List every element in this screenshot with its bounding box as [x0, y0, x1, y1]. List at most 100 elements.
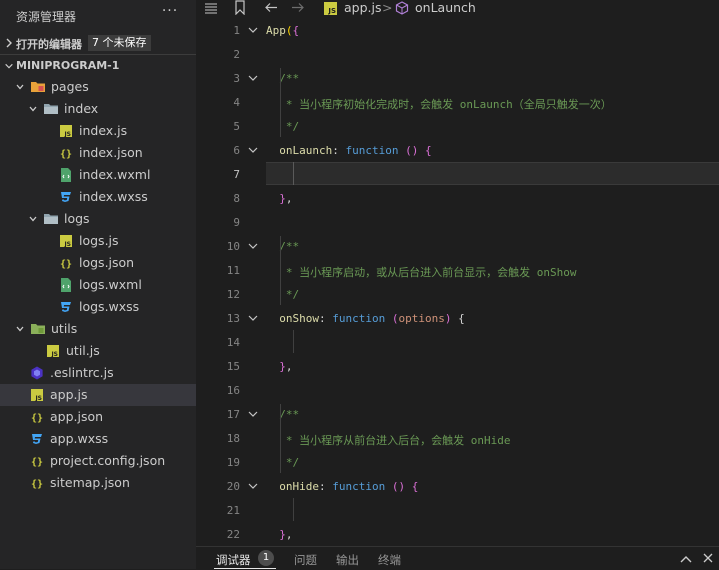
tree-item-app-wxss[interactable]: app.wxss — [0, 428, 196, 450]
line-number: 9 — [233, 216, 240, 229]
fold-chevron-icon[interactable] — [248, 314, 258, 322]
svg-text:{}: {} — [31, 479, 43, 490]
js-file-icon: JS — [29, 387, 45, 403]
tree-item-label: pages — [51, 79, 89, 94]
tree-item-label: sitemap.json — [50, 475, 130, 490]
folder-pages-icon — [30, 79, 46, 95]
unsaved-count-badge: 7 个未保存 — [88, 35, 151, 51]
more-actions-icon[interactable]: ··· — [160, 3, 180, 25]
js-file-icon: JS — [58, 123, 74, 139]
fold-chevron-icon[interactable] — [248, 410, 258, 418]
tree-item-label: index — [64, 101, 99, 116]
tab-output[interactable]: 输出 — [336, 552, 359, 568]
breadcrumb-file[interactable]: app.js — [344, 0, 382, 15]
tree-item-logs-json[interactable]: {} logs.json — [0, 252, 196, 274]
line-number: 4 — [233, 96, 240, 109]
folder-icon — [43, 101, 59, 117]
explorer-header: 资源管理器 ··· — [0, 0, 196, 30]
code-line[interactable]: onShow: function (options) { — [266, 312, 464, 325]
indent-guide — [280, 404, 281, 473]
code-line[interactable]: */ — [266, 120, 299, 133]
json-file-icon: {} — [29, 409, 45, 425]
tree-item-label: index.wxss — [79, 189, 148, 204]
explorer-sidebar: 资源管理器 ··· 打开的编辑器 7 个未保存 MINIPROGRAM-1 pa… — [0, 0, 196, 569]
tree-item-index-wxml[interactable]: index.wxml — [0, 164, 196, 186]
tab-terminal[interactable]: 终端 — [378, 552, 401, 568]
back-arrow-icon[interactable] — [264, 2, 278, 13]
tree-item-app-js[interactable]: JS app.js — [0, 384, 196, 406]
fold-chevron-icon[interactable] — [248, 242, 258, 250]
tab-debugger[interactable]: 调试器 — [216, 552, 251, 568]
json-file-icon: {} — [58, 145, 74, 161]
wxml-file-icon — [58, 167, 74, 183]
tree-item-logs-wxss[interactable]: logs.wxss — [0, 296, 196, 318]
tree-item-index-js[interactable]: JS index.js — [0, 120, 196, 142]
list-icon[interactable] — [204, 2, 218, 14]
code-line[interactable]: /** — [266, 240, 299, 253]
tree-item-label: logs — [64, 211, 90, 226]
tab-problems[interactable]: 问题 — [294, 552, 317, 568]
fold-chevron-icon[interactable] — [248, 146, 258, 154]
tree-item-logs[interactable]: logs — [0, 208, 196, 230]
code-line[interactable]: /** — [266, 72, 299, 85]
breadcrumb-symbol[interactable]: onLaunch — [415, 0, 476, 15]
code-line[interactable]: * 当小程序从前台进入后台，会触发 onHide — [266, 432, 511, 448]
json-file-icon: {} — [58, 255, 74, 271]
code-line[interactable]: * 当小程序启动，或从后台进入前台显示，会触发 onShow — [266, 264, 577, 280]
line-number: 13 — [226, 312, 240, 325]
line-number: 15 — [226, 360, 240, 373]
chevron-down-icon — [16, 84, 24, 90]
project-section[interactable]: MINIPROGRAM-1 — [0, 54, 196, 77]
open-editors-label: 打开的编辑器 — [16, 38, 82, 51]
tree-item-sitemap-json[interactable]: {} sitemap.json — [0, 472, 196, 494]
code-line[interactable]: onHide: function () { — [266, 480, 418, 493]
code-line[interactable]: }, — [266, 528, 292, 541]
code-line[interactable]: App({ — [266, 24, 299, 37]
tree-item-label: app.js — [50, 387, 88, 402]
line-number: 11 — [226, 264, 240, 277]
line-number: 5 — [233, 120, 240, 133]
line-number: 2 — [233, 48, 240, 61]
tree-item-label: app.json — [50, 409, 104, 424]
line-number: 10 — [226, 240, 240, 253]
tree-item-logs-wxml[interactable]: logs.wxml — [0, 274, 196, 296]
tree-item-index[interactable]: index — [0, 98, 196, 120]
tree-item-label: logs.wxss — [79, 299, 140, 314]
chevron-down-icon — [16, 326, 24, 332]
tree-item-app-json[interactable]: {} app.json — [0, 406, 196, 428]
code-line[interactable]: /** — [266, 408, 299, 421]
chevron-up-icon[interactable] — [680, 555, 692, 563]
forward-arrow-icon[interactable] — [291, 2, 305, 13]
tree-item-label: util.js — [66, 343, 100, 358]
close-panel-icon[interactable] — [703, 553, 713, 563]
tree-item-index-json[interactable]: {} index.json — [0, 142, 196, 164]
fold-chevron-icon[interactable] — [248, 74, 258, 82]
tree-item-eslintrc-js[interactable]: .eslintrc.js — [0, 362, 196, 384]
svg-text:JS: JS — [50, 351, 58, 358]
tree-item-index-wxss[interactable]: index.wxss — [0, 186, 196, 208]
line-number: 21 — [226, 504, 240, 517]
line-number: 12 — [226, 288, 240, 301]
open-editors-section[interactable]: 打开的编辑器 7 个未保存 — [0, 32, 196, 54]
tree-item-pages[interactable]: pages — [0, 76, 196, 98]
code-line[interactable]: }, — [266, 360, 292, 373]
indent-guide — [280, 236, 281, 305]
svg-text:JS: JS — [34, 395, 42, 402]
tree-item-project-config-json[interactable]: {} project.config.json — [0, 450, 196, 472]
tree-item-utils[interactable]: utils — [0, 318, 196, 340]
method-symbol-icon — [395, 1, 409, 15]
fold-chevron-icon[interactable] — [248, 26, 258, 34]
wxml-file-icon — [58, 277, 74, 293]
code-line[interactable]: }, — [266, 192, 292, 205]
indent-guide — [293, 162, 294, 185]
tree-item-label: .eslintrc.js — [50, 365, 114, 380]
bookmark-icon[interactable] — [234, 0, 246, 15]
tree-item-util-js[interactable]: JS util.js — [0, 340, 196, 362]
tree-item-logs-js[interactable]: JS logs.js — [0, 230, 196, 252]
fold-chevron-icon[interactable] — [248, 482, 258, 490]
code-line[interactable]: onLaunch: function () { — [266, 144, 431, 157]
code-line[interactable]: */ — [266, 456, 299, 469]
code-line[interactable]: * 当小程序初始化完成时，会触发 onLaunch（全局只触发一次） — [266, 96, 612, 112]
code-line[interactable]: */ — [266, 288, 299, 301]
svg-text:{}: {} — [60, 259, 72, 270]
